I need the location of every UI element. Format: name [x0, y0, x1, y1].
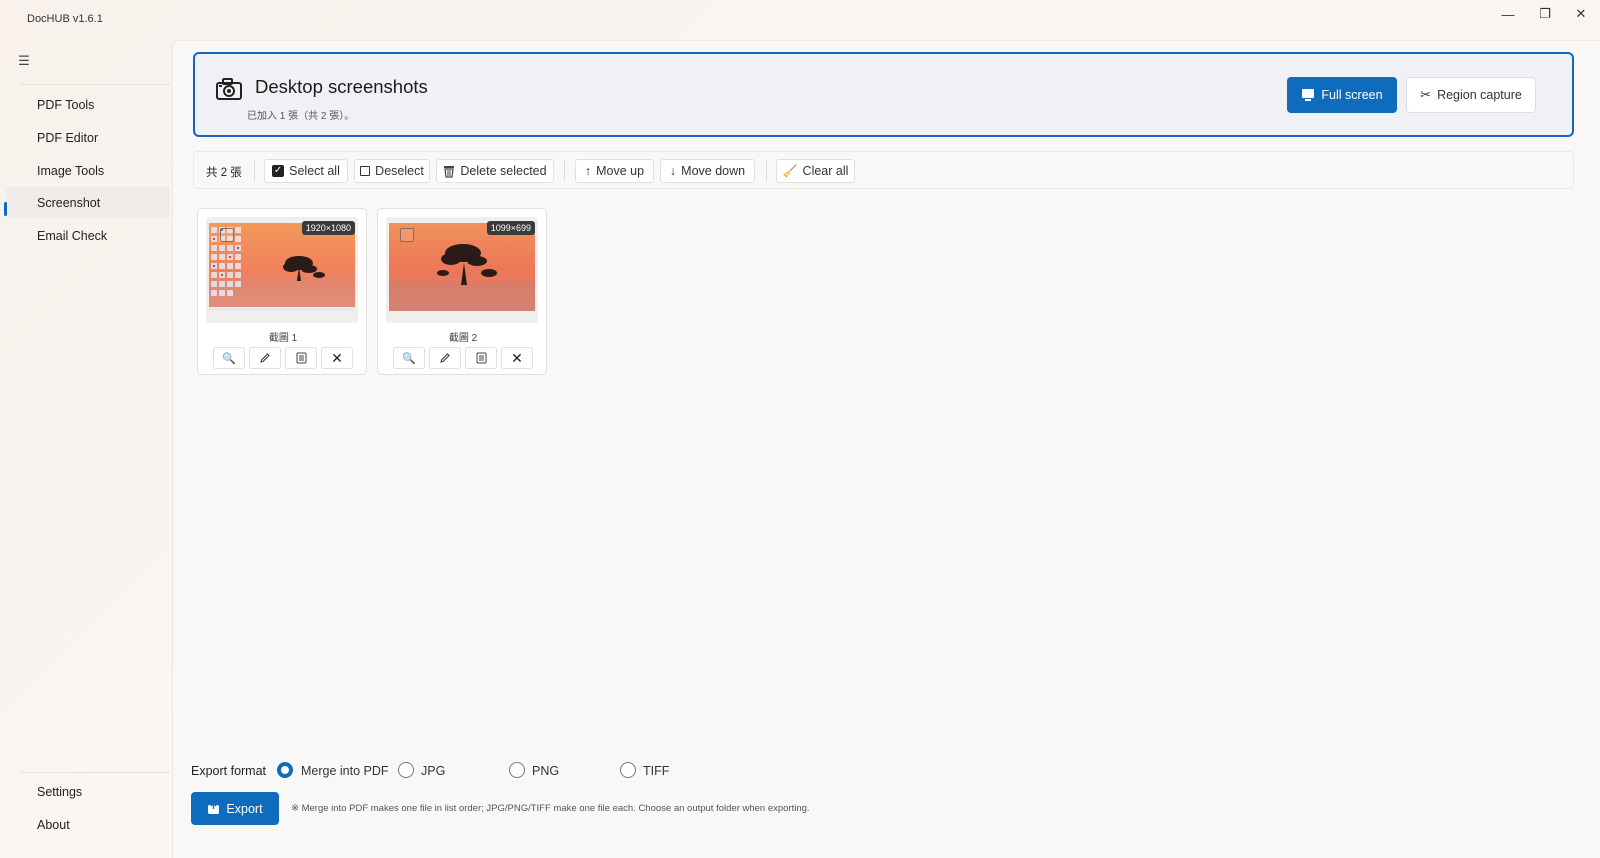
edit-button[interactable]: [249, 347, 281, 369]
page-title: Desktop screenshots: [255, 76, 428, 97]
radio-merge-pdf[interactable]: [277, 762, 293, 778]
header-card: Desktop screenshots 已加入 1 張（共 2 張）。 Full…: [193, 52, 1574, 137]
arrow-up-icon: ↑: [584, 164, 592, 178]
dimension-badge: 1099×699: [486, 221, 535, 235]
sidebar-item-image-tools[interactable]: Image Tools: [6, 155, 170, 186]
radio-png-label[interactable]: PNG: [532, 764, 559, 778]
radio-jpg[interactable]: [398, 762, 414, 778]
sidebar-item-pdf-editor[interactable]: PDF Editor: [6, 122, 170, 153]
save-button[interactable]: [285, 347, 317, 369]
zoom-icon: 🔍: [402, 352, 416, 365]
toolbar-separator: [766, 160, 767, 182]
export-format-label: Export format: [191, 764, 267, 778]
select-all-button[interactable]: ✓ Select all: [264, 159, 348, 183]
toolbar-separator: [564, 160, 565, 182]
delete-selected-button[interactable]: Delete selected: [436, 159, 554, 183]
page-subtitle: 已加入 1 張（共 2 張）。: [247, 111, 355, 122]
sidebar-item-email-check[interactable]: Email Check: [6, 220, 170, 251]
main-panel: Desktop screenshots 已加入 1 張（共 2 張）。 Full…: [172, 40, 1600, 858]
thumbnail-frame: 1099×699: [386, 217, 538, 323]
zoom-button[interactable]: 🔍: [393, 347, 425, 369]
pencil-icon: [440, 353, 450, 363]
sidebar-item-pdf-tools[interactable]: PDF Tools: [6, 89, 170, 120]
move-down-label: Move down: [681, 164, 746, 178]
sidebar-divider: [20, 84, 170, 85]
camera-icon: [216, 78, 242, 100]
export-format-row: Export format Merge into PDF JPG PNG TIF…: [191, 761, 891, 781]
region-capture-label: Region capture: [1437, 88, 1522, 102]
trash-icon: [444, 165, 455, 178]
radio-tiff[interactable]: [620, 762, 636, 778]
clear-all-label: Clear all: [802, 164, 849, 178]
title-bar: DocHUB v1.6.1 — ❐ ✕: [0, 0, 1600, 40]
deselect-button[interactable]: Deselect: [354, 159, 430, 183]
screenshot-name: 截圖 1: [268, 333, 298, 344]
save-button[interactable]: [465, 347, 497, 369]
delete-selected-label: Delete selected: [460, 164, 547, 178]
radio-jpg-label[interactable]: JPG: [421, 764, 445, 778]
card-actions: 🔍 ✕: [213, 347, 353, 369]
move-up-label: Move up: [596, 164, 645, 178]
minimize-button[interactable]: —: [1490, 0, 1526, 28]
hamburger-icon[interactable]: ☰: [12, 50, 36, 72]
dimension-badge: 1920×1080: [301, 221, 355, 235]
export-icon: [208, 802, 220, 814]
close-icon: ✕: [511, 349, 523, 366]
radio-png[interactable]: [509, 762, 525, 778]
clear-all-button[interactable]: 🧹 Clear all: [776, 159, 855, 183]
checkbox-checked-icon: ✓: [272, 165, 285, 177]
document-icon: [476, 352, 486, 364]
edit-button[interactable]: [429, 347, 461, 369]
maximize-button[interactable]: ❐: [1527, 0, 1563, 28]
sidebar-item-screenshot[interactable]: Screenshot: [6, 187, 170, 218]
screenshot-checkbox[interactable]: [220, 228, 234, 242]
active-nav-indicator: [4, 202, 7, 216]
full-screen-button[interactable]: Full screen: [1287, 77, 1397, 113]
export-label: Export: [226, 801, 263, 816]
zoom-icon: 🔍: [222, 352, 236, 365]
pencil-icon: [260, 353, 270, 363]
screenshot-card[interactable]: 1920×1080 截圖 1 🔍 ✕: [197, 208, 367, 375]
screenshot-name: 截圖 2: [448, 333, 478, 344]
checkbox-empty-icon: [360, 166, 371, 176]
monitor-icon: [1302, 89, 1315, 101]
close-icon: ✕: [331, 349, 343, 366]
zoom-button[interactable]: 🔍: [213, 347, 245, 369]
thumbnail-frame: 1920×1080: [206, 217, 358, 323]
sidebar-divider: [20, 772, 170, 773]
sidebar-item-about[interactable]: About: [6, 809, 170, 840]
sidebar: ☰ PDF Tools PDF Editor Image Tools Scree…: [0, 40, 172, 858]
arrow-down-icon: ↓: [669, 164, 677, 178]
export-note: ※ Merge into PDF makes one file in list …: [291, 803, 810, 814]
sidebar-item-settings[interactable]: Settings: [6, 776, 170, 807]
toolbar-separator: [254, 160, 255, 182]
card-actions: 🔍 ✕: [393, 347, 533, 369]
document-icon: [296, 352, 306, 364]
remove-button[interactable]: ✕: [501, 347, 533, 369]
export-button[interactable]: Export: [191, 792, 279, 825]
radio-tiff-label[interactable]: TIFF: [643, 764, 669, 778]
screenshot-count: 共 2 張: [206, 167, 242, 179]
full-screen-label: Full screen: [1321, 88, 1383, 102]
close-button[interactable]: ✕: [1563, 0, 1599, 28]
move-down-button[interactable]: ↓ Move down: [660, 159, 755, 183]
move-up-button[interactable]: ↑ Move up: [575, 159, 654, 183]
broom-icon: 🧹: [782, 164, 798, 178]
region-capture-button[interactable]: ✂ Region capture: [1406, 77, 1536, 113]
screenshot-card[interactable]: 1099×699 截圖 2 🔍 ✕: [377, 208, 547, 375]
scissors-icon: ✂: [1420, 87, 1432, 102]
remove-button[interactable]: ✕: [321, 347, 353, 369]
select-all-label: Select all: [289, 164, 340, 178]
radio-merge-pdf-label[interactable]: Merge into PDF: [301, 764, 389, 778]
app-title: DocHUB v1.6.1: [27, 13, 103, 25]
toolbar: 共 2 張 ✓ Select all Deselect Delete selec…: [193, 151, 1574, 189]
screenshot-checkbox[interactable]: [400, 228, 414, 242]
deselect-label: Deselect: [375, 164, 424, 178]
